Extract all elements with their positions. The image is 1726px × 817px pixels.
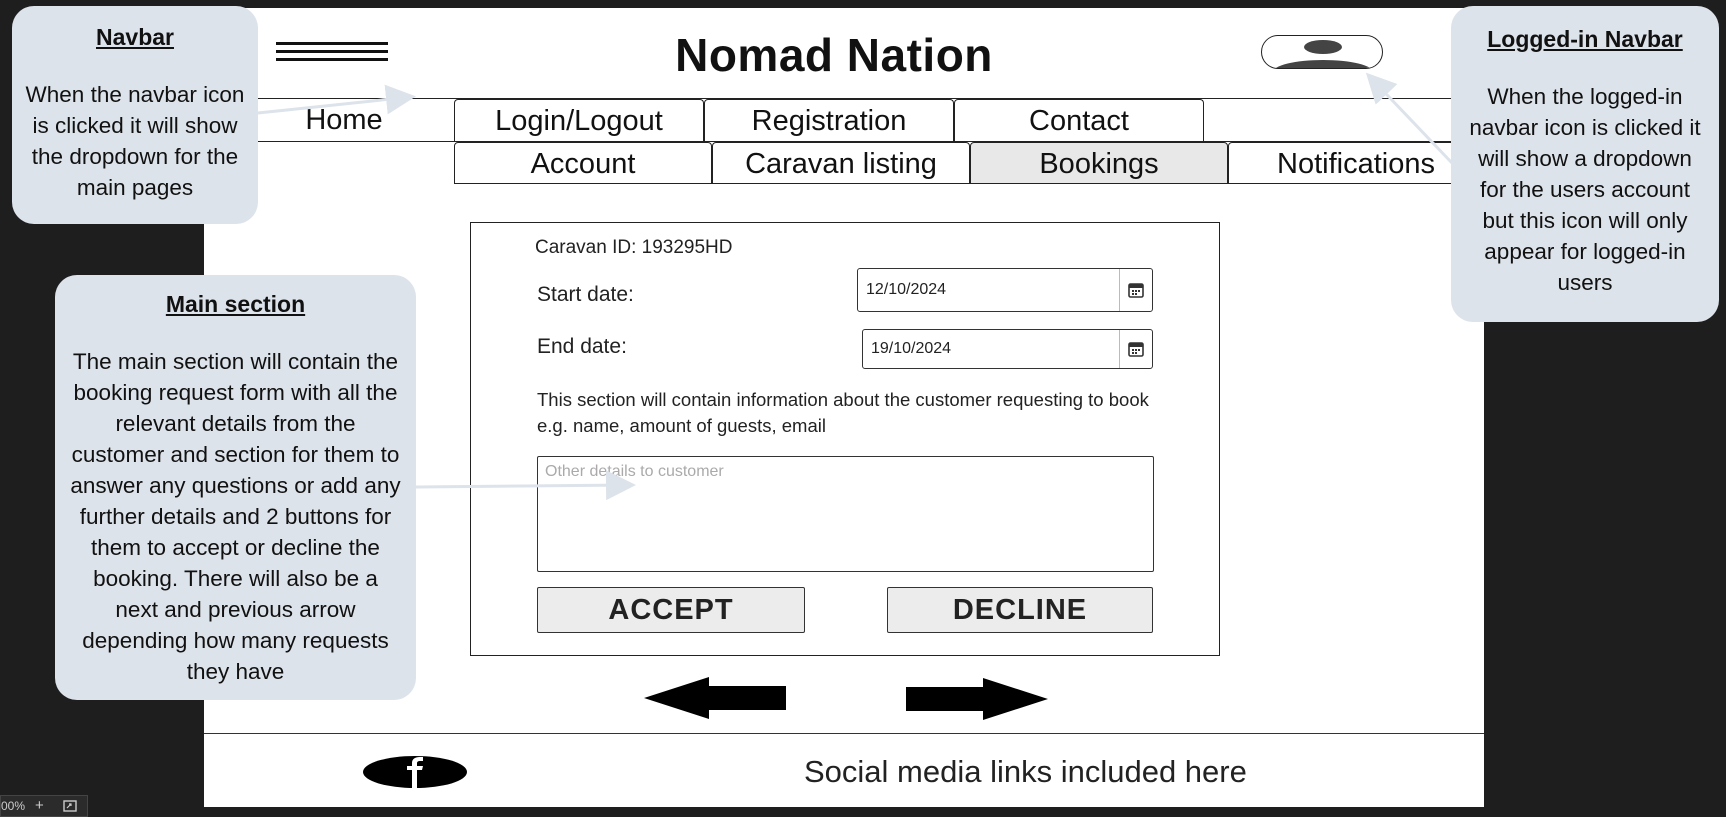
customer-info-text: This section will contain information ab…: [537, 389, 1149, 436]
details-placeholder: Other details to customer: [545, 463, 724, 480]
logged-in-annotation-body: When the logged-in navbar icon is clicke…: [1469, 84, 1701, 295]
zoom-toolbar: 00% +: [0, 795, 88, 817]
decline-button[interactable]: DECLINE: [887, 587, 1153, 633]
main-section-annotation-body: The main section will contain the bookin…: [70, 349, 401, 684]
tab-notifications[interactable]: Notifications: [1228, 142, 1484, 184]
end-date-input[interactable]: 19/10/2024: [862, 329, 1153, 369]
tab-contact[interactable]: Contact: [954, 99, 1204, 141]
hamburger-icon[interactable]: [276, 42, 388, 66]
tab-account[interactable]: Account: [454, 142, 712, 184]
main-section-annotation: Main section The main section will conta…: [55, 275, 416, 700]
footer: Social media links included here: [204, 733, 1484, 807]
accept-button[interactable]: ACCEPT: [537, 587, 805, 633]
details-textarea[interactable]: Other details to customer: [537, 456, 1154, 572]
tab-registration[interactable]: Registration: [704, 99, 954, 141]
left-arrow-icon[interactable]: [644, 677, 788, 719]
right-arrow-icon[interactable]: [904, 678, 1048, 720]
user-icon[interactable]: [1261, 35, 1383, 69]
tab-home[interactable]: Home: [234, 99, 454, 141]
booking-request-form: Caravan ID: 193295HD Start date: 12/10/2…: [470, 222, 1220, 656]
navbar-annotation-title: Navbar: [96, 24, 174, 50]
start-date-value: 12/10/2024: [866, 281, 947, 298]
start-date-input[interactable]: 12/10/2024: [857, 268, 1153, 312]
facebook-icon[interactable]: [362, 755, 468, 789]
calendar-icon[interactable]: [1119, 269, 1152, 311]
caravan-id-label: Caravan ID: 193295HD: [535, 237, 733, 258]
tab-bookings[interactable]: Bookings: [970, 142, 1228, 184]
calendar-icon[interactable]: [1119, 330, 1152, 368]
social-media-text: Social media links included here: [804, 754, 1247, 789]
end-date-value: 19/10/2024: [871, 340, 952, 357]
navbar-annotation: Navbar When the navbar icon is clicked i…: [12, 6, 258, 224]
end-date-label: End date:: [537, 335, 627, 358]
tab-caravan-listing[interactable]: Caravan listing: [712, 142, 970, 184]
zoom-level[interactable]: 00%: [1, 799, 25, 813]
fit-screen-icon[interactable]: [63, 800, 77, 815]
site-title: Nomad Nation: [675, 29, 993, 81]
logged-in-navbar-annotation: Logged-in Navbar When the logged-in navb…: [1451, 6, 1719, 322]
main-section-annotation-title: Main section: [165, 291, 306, 317]
navbar-annotation-body: When the navbar icon is clicked it will …: [25, 82, 245, 200]
start-date-label: Start date:: [537, 283, 634, 306]
logged-in-annotation-title: Logged-in Navbar: [1487, 26, 1683, 52]
tab-login-logout[interactable]: Login/Logout: [454, 99, 704, 141]
zoom-in-button[interactable]: +: [35, 797, 44, 814]
